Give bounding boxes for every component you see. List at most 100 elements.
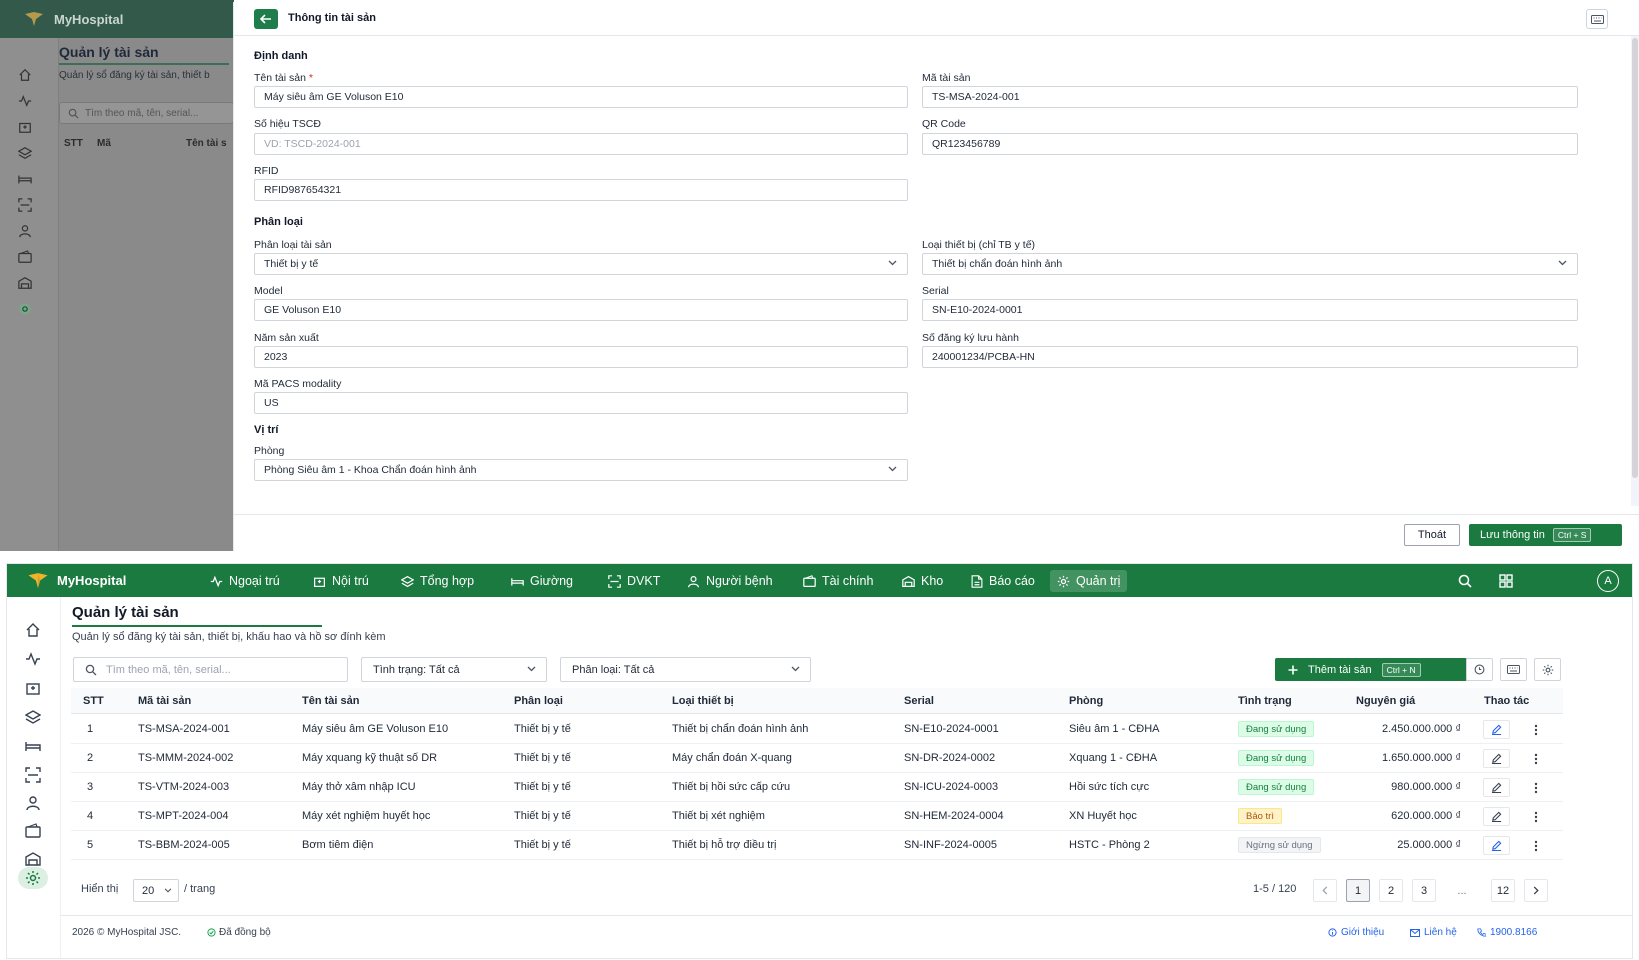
edit-button[interactable] (1483, 778, 1510, 797)
save-button-label: Lưu thông tin (1480, 529, 1545, 541)
table-row[interactable]: 5 TS-BBM-2024-005 Bơm tiêm điện Thiết bị… (71, 831, 1563, 860)
hotline-link-label: 1900.8166 (1490, 927, 1538, 938)
more-actions-button[interactable] (1529, 749, 1543, 768)
user-avatar[interactable]: A (1597, 570, 1619, 592)
keyboard-shortcuts-button[interactable] (1586, 9, 1608, 29)
asset-code-input[interactable]: TS-MSA-2024-001 (922, 86, 1578, 108)
search-input[interactable]: Tìm theo mã, tên, serial... (73, 657, 348, 682)
rfid-input[interactable]: RFID987654321 (254, 179, 908, 201)
nav-item-admin[interactable]: Quản trị (1050, 570, 1128, 592)
cell-category: Thiết bị y tế (514, 810, 571, 822)
contact-link-label: Liên hệ (1424, 927, 1457, 938)
cell-code: TS-BBM-2024-005 (138, 839, 230, 851)
page-button-1[interactable]: 1 (1346, 879, 1370, 902)
chevron-down-icon (164, 888, 172, 893)
nav-item-beds[interactable]: Giường (504, 570, 580, 592)
warehouse-icon[interactable] (25, 851, 41, 867)
global-search-button[interactable] (1455, 571, 1475, 591)
settings-button[interactable] (1534, 658, 1561, 681)
page-button-3[interactable]: 3 (1412, 879, 1436, 902)
device-type-select[interactable]: Thiết bị chẩn đoán hình ảnh (922, 253, 1578, 275)
back-button[interactable] (254, 9, 278, 29)
manufacture-year-input[interactable]: 2023 (254, 346, 908, 368)
nav-label: Nội trú (332, 574, 369, 588)
cell-serial: SN-INF-2024-0005 (904, 839, 997, 851)
keyboard-shortcuts-button[interactable] (1500, 658, 1527, 681)
status-filter-select[interactable]: Tình trạng: Tất cả (361, 657, 547, 682)
cell-code: TS-MMM-2024-002 (138, 752, 234, 764)
intro-link[interactable]: Giới thiệu (1328, 927, 1384, 938)
nav-item-outpatient[interactable]: Ngoại trú (203, 570, 287, 592)
nav-item-summary[interactable]: Tổng hợp (394, 570, 481, 592)
brand[interactable]: MyHospital (27, 564, 126, 597)
exit-button[interactable]: Thoát (1404, 524, 1460, 546)
user-icon[interactable] (25, 795, 41, 811)
hotline-link[interactable]: 1900.8166 (1477, 927, 1537, 938)
table-row[interactable]: 3 TS-VTM-2024-003 Máy thở xâm nhập ICU T… (71, 773, 1563, 802)
nav-item-dvkt[interactable]: DVKT (601, 570, 667, 592)
edit-button[interactable] (1483, 720, 1510, 739)
apps-grid-button[interactable] (1496, 571, 1516, 591)
plus-icon (1288, 665, 1298, 674)
history-button[interactable] (1466, 658, 1493, 681)
chevron-down-icon (791, 666, 800, 672)
cell-room: HSTC - Phòng 2 (1069, 839, 1150, 851)
model-label: Model (254, 285, 283, 297)
layers-icon[interactable] (25, 709, 41, 725)
table-row[interactable]: 1 TS-MSA-2024-001 Máy siêu âm GE Voluson… (71, 715, 1563, 744)
model-input[interactable]: GE Voluson E10 (254, 299, 908, 321)
dimmed-col-code: Mã (97, 138, 111, 149)
nav-item-inpatient[interactable]: Nội trú (306, 570, 376, 592)
serial-input[interactable]: SN-E10-2024-0001 (922, 299, 1578, 321)
table-row[interactable]: 4 TS-MPT-2024-004 Máy xét nghiệm huyết h… (71, 802, 1563, 831)
page-button-2[interactable]: 2 (1379, 879, 1403, 902)
gear-icon[interactable] (25, 870, 41, 886)
intro-link-label: Giới thiệu (1341, 927, 1385, 938)
table-row[interactable]: 2 TS-MMM-2024-002 Máy xquang kỹ thuật số… (71, 744, 1563, 773)
next-page-button[interactable] (1524, 879, 1548, 902)
status-badge: Bảo trì (1238, 808, 1282, 824)
scan-icon (608, 574, 621, 588)
asset-category-select[interactable]: Thiết bị y tế (254, 253, 908, 275)
room-select[interactable]: Phòng Siêu âm 1 - Khoa Chẩn đoán hình ản… (254, 459, 908, 481)
fixed-asset-no-input[interactable]: VD: TSCD-2024-001 (254, 133, 908, 155)
qr-code-input[interactable]: QR123456789 (922, 133, 1578, 155)
scan-icon[interactable] (25, 767, 41, 783)
nav-item-finance[interactable]: Tài chính (796, 570, 880, 592)
edit-button[interactable] (1483, 836, 1510, 855)
asset-name-label: Tên tài sản * (254, 72, 313, 84)
contact-link[interactable]: Liên hệ (1410, 927, 1457, 938)
category-filter-select[interactable]: Phân loại: Tất cả (560, 657, 811, 682)
nav-item-warehouse[interactable]: Kho (895, 570, 950, 592)
more-vertical-icon (1534, 811, 1538, 822)
prev-page-button[interactable] (1313, 879, 1337, 902)
add-asset-button[interactable]: Thêm tài sản Ctrl + N (1275, 658, 1467, 681)
more-actions-button[interactable] (1529, 807, 1543, 826)
registration-no-input[interactable]: 240001234/PCBA-HN (922, 346, 1578, 368)
page-size-select[interactable]: 20 (133, 879, 179, 902)
save-button[interactable]: Lưu thông tin Ctrl + S (1469, 524, 1622, 546)
nav-item-patients[interactable]: Người bệnh (680, 570, 780, 592)
more-actions-button[interactable] (1529, 720, 1543, 739)
scan-icon (18, 198, 32, 212)
asset-name-input[interactable]: Máy siêu âm GE Voluson E10 (254, 86, 908, 108)
more-actions-button[interactable] (1529, 778, 1543, 797)
edit-button[interactable] (1483, 749, 1510, 768)
activity-icon[interactable] (25, 651, 41, 667)
page-size-label: Hiển thị (81, 883, 119, 895)
drawer-scrollbar-thumb[interactable] (1632, 38, 1638, 478)
hospital-icon[interactable] (25, 680, 41, 696)
bed-icon[interactable] (25, 738, 41, 754)
home-icon[interactable] (25, 622, 41, 638)
col-device-type: Loại thiết bị (672, 695, 734, 707)
wallet-icon[interactable] (25, 823, 41, 839)
nav-item-reports[interactable]: Báo cáo (964, 570, 1042, 592)
device-type-label: Loại thiết bị (chỉ TB y tế) (922, 239, 1036, 251)
edit-button[interactable] (1483, 807, 1510, 826)
dimmed-page-title: Quản lý tài sản (59, 44, 159, 60)
pacs-modality-input[interactable]: US (254, 392, 908, 414)
col-actions: Thao tác (1484, 695, 1530, 707)
more-actions-button[interactable] (1529, 836, 1543, 855)
pencil-icon (1491, 840, 1502, 851)
page-button-12[interactable]: 12 (1491, 879, 1515, 902)
